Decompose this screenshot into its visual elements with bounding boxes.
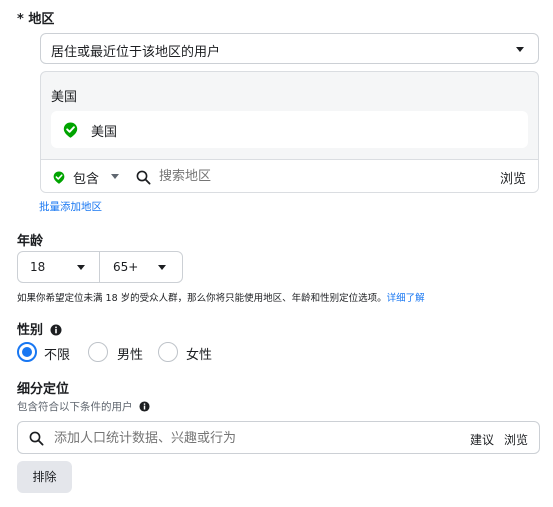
gender-option-label: 男性 (117, 348, 144, 363)
location-type-value: 居住或最近位于该地区的用户 (51, 45, 221, 60)
chevron-down-icon (77, 265, 85, 270)
gender-option-female[interactable]: 女性 (158, 341, 228, 363)
search-icon (29, 431, 44, 446)
radio-selected[interactable] (17, 342, 37, 362)
chevron-down-icon (111, 174, 119, 179)
age-section-label: 年龄 (17, 234, 44, 249)
gender-option-male[interactable]: 男性 (88, 341, 158, 363)
location-pin-check-icon (63, 122, 78, 138)
info-icon[interactable] (50, 324, 62, 336)
include-label: 包含 (73, 172, 100, 187)
radio-unselected[interactable] (88, 342, 108, 362)
include-pin-icon (53, 171, 65, 184)
gender-option-label: 女性 (186, 348, 213, 363)
gender-section-label: 性别 (17, 319, 62, 338)
gender-label-text: 性别 (17, 323, 44, 338)
exclude-button[interactable]: 排除 (17, 461, 72, 493)
chevron-down-icon (516, 47, 524, 52)
age-max-value: 65+ (113, 260, 139, 274)
location-section-label: * 地区 (17, 12, 55, 27)
detailed-targeting-search: 建议 浏览 (17, 421, 540, 454)
location-browse-button[interactable]: 浏览 (500, 168, 526, 187)
search-icon (136, 170, 151, 185)
location-type-select[interactable]: 居住或最近位于该地区的用户 (40, 33, 539, 64)
gender-option-label: 不限 (44, 348, 71, 363)
age-note: 如果你希望定位未满 18 岁的受众人群，那么你将只能使用地区、年龄和性别定位选项… (17, 290, 425, 304)
location-search-bar: 包含 浏览 (41, 159, 538, 192)
detailed-targeting-sublabel: 包含符合以下条件的用户 (17, 399, 150, 414)
age-min-select[interactable]: 18 (17, 251, 100, 283)
detailed-browse-button[interactable]: 浏览 (504, 431, 528, 448)
include-people-text: 包含符合以下条件的用户 (17, 401, 133, 413)
detailed-targeting-input[interactable] (54, 428, 434, 448)
location-group-label: 美国 (51, 90, 78, 105)
detailed-targeting-label: 细分定位 (17, 382, 70, 397)
bulk-add-locations-link[interactable]: 批量添加地区 (39, 199, 102, 214)
location-list-panel: 美国 美国 包含 浏览 (40, 71, 539, 193)
chevron-down-icon (158, 265, 166, 270)
learn-more-link[interactable]: 详细了解 (387, 293, 425, 304)
age-min-value: 18 (30, 260, 46, 274)
include-dropdown[interactable]: 包含 (51, 168, 133, 187)
radio-unselected[interactable] (158, 342, 178, 362)
age-max-select[interactable]: 65+ (99, 251, 183, 283)
suggestions-button[interactable]: 建议 (470, 431, 494, 448)
selected-location-name: 美国 (91, 125, 118, 140)
selected-location-item[interactable]: 美国 (51, 111, 528, 148)
info-icon[interactable] (139, 401, 150, 412)
location-search-input[interactable] (159, 166, 459, 186)
age-note-text: 如果你希望定位未满 18 岁的受众人群，那么你将只能使用地区、年龄和性别定位选项… (17, 293, 387, 304)
